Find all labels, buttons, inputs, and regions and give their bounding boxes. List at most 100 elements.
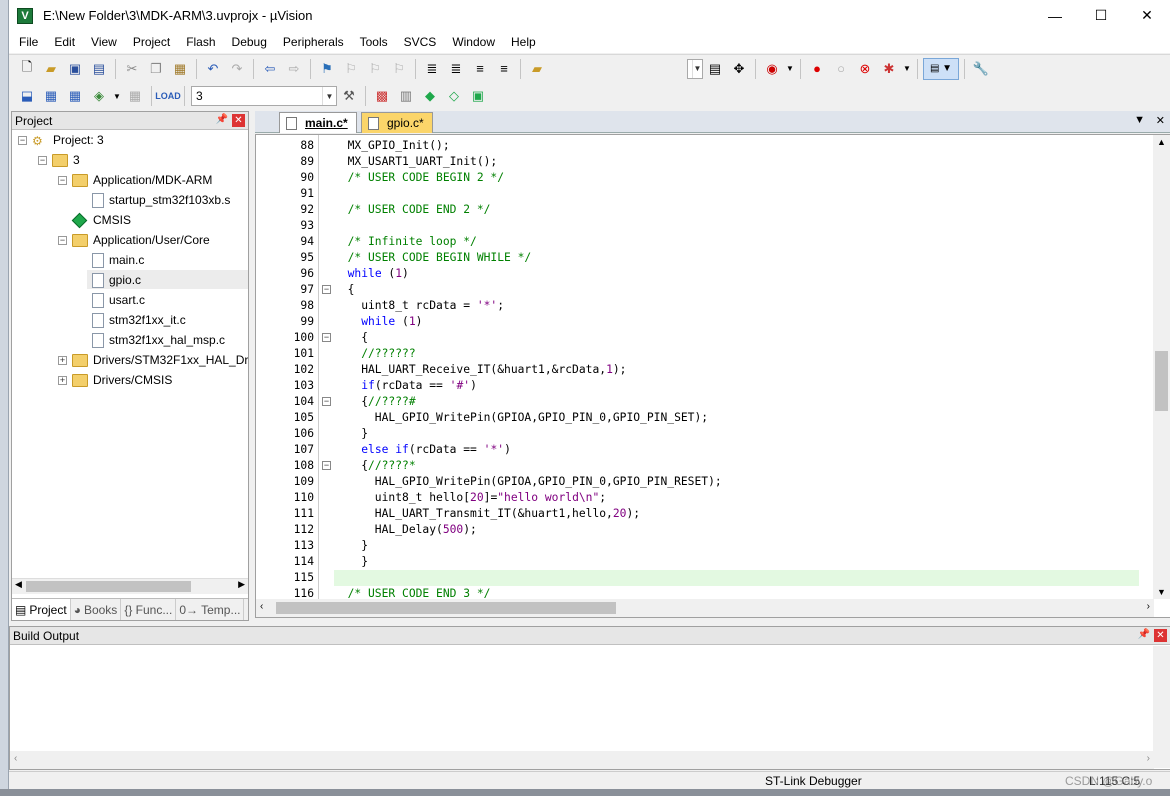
find-icon[interactable]: ▤ — [704, 58, 726, 80]
code-line[interactable]: while (1) — [334, 314, 422, 330]
select-packs-icon[interactable]: ◇ — [443, 85, 465, 107]
code-area[interactable]: MX_GPIO_Init(); MX_USART1_UART_Init(); /… — [334, 135, 1154, 599]
tab-project[interactable]: ▤ Project — [12, 599, 71, 620]
save-icon[interactable]: ▣ — [64, 58, 86, 80]
debug-dropdown-icon[interactable]: ▼ — [785, 58, 795, 80]
expand-icon[interactable]: + — [58, 355, 67, 365]
undo-icon[interactable]: ↶ — [202, 58, 224, 80]
debug-session-icon[interactable]: ◉ — [761, 58, 783, 80]
collapse-icon[interactable]: − — [58, 175, 67, 185]
tree-node[interactable]: usart.c — [78, 290, 145, 310]
manage-components-icon[interactable]: ▩ — [371, 85, 393, 107]
tree-node[interactable]: + Drivers/STM32F1xx_HAL_Driv — [58, 350, 248, 370]
editor-hscrollbar[interactable]: ‹ › — [256, 599, 1154, 617]
fold-collapse-icon[interactable]: − — [322, 333, 331, 342]
menu-debug[interactable]: Debug — [224, 31, 275, 53]
paste-icon[interactable]: ▦ — [169, 58, 191, 80]
copy-icon[interactable]: ❐ — [145, 58, 167, 80]
code-line[interactable]: while (1) — [334, 266, 409, 282]
download-icon[interactable]: LOAD — [155, 85, 181, 107]
expand-icon[interactable]: + — [58, 375, 67, 385]
comment-icon[interactable]: ≡ — [469, 58, 491, 80]
tab-gpio-c[interactable]: gpio.c* — [361, 112, 433, 133]
open-folder-icon[interactable]: ▰ — [40, 58, 62, 80]
tree-node[interactable]: startup_stm32f103xb.s — [78, 190, 230, 210]
fold-collapse-icon[interactable]: − — [322, 285, 331, 294]
redo-icon[interactable]: ↷ — [226, 58, 248, 80]
tree-hscrollbar[interactable]: ◀ ▶ — [12, 578, 248, 594]
menu-window[interactable]: Window — [444, 31, 503, 53]
pack-installer-icon[interactable]: ▣ — [467, 85, 489, 107]
code-line[interactable]: } — [334, 554, 368, 570]
code-line[interactable]: MX_GPIO_Init(); — [334, 138, 450, 154]
collapse-icon[interactable]: − — [58, 235, 67, 245]
maximize-button[interactable]: ☐ — [1078, 0, 1124, 31]
code-line[interactable]: HAL_GPIO_WritePin(GPIOA,GPIO_PIN_0,GPIO_… — [334, 474, 722, 490]
nav-back-icon[interactable]: ⇦ — [259, 58, 281, 80]
configure-icon[interactable]: 🔧 — [970, 58, 992, 80]
tab-templates[interactable]: 0→ Temp... — [176, 599, 245, 620]
code-line[interactable]: /* Infinite loop */ — [334, 234, 477, 250]
menu-help[interactable]: Help — [503, 31, 544, 53]
code-line[interactable]: /* USER CODE BEGIN WHILE */ — [334, 250, 532, 266]
code-line[interactable]: HAL_GPIO_WritePin(GPIOA,GPIO_PIN_0,GPIO_… — [334, 410, 708, 426]
kill-breakpoints-icon[interactable]: ⊗ — [854, 58, 876, 80]
clear-bookmarks-icon[interactable]: ⚐ — [388, 58, 410, 80]
editor-vscrollbar[interactable]: ▲ ▼ — [1153, 135, 1170, 599]
find-in-files-icon[interactable]: ▰ — [526, 58, 548, 80]
target-options-icon[interactable]: ⚒ — [338, 85, 360, 107]
code-line[interactable]: //?????? — [334, 346, 415, 362]
code-line[interactable]: /* USER CODE END 3 */ — [334, 586, 491, 599]
nav-forward-icon[interactable]: ⇨ — [283, 58, 305, 80]
unindent-icon[interactable]: ≣ — [445, 58, 467, 80]
save-all-icon[interactable]: ▤ — [88, 58, 110, 80]
rebuild-icon[interactable]: ▦ — [64, 85, 86, 107]
menu-file[interactable]: File — [11, 31, 46, 53]
next-bookmark-icon[interactable]: ⚐ — [364, 58, 386, 80]
tree-node[interactable]: CMSIS — [58, 210, 131, 230]
tree-node[interactable]: − Application/User/Core — [58, 230, 210, 250]
code-line[interactable]: HAL_UART_Transmit_IT(&huart1,hello,20); — [334, 506, 640, 522]
code-line[interactable]: {//????# — [334, 394, 415, 410]
build-hscrollbar[interactable]: ‹ › — [10, 751, 1154, 769]
batch-dropdown-icon[interactable]: ▼ — [112, 85, 122, 107]
code-line[interactable]: { — [334, 282, 355, 298]
code-line[interactable]: /* USER CODE BEGIN 2 */ — [334, 170, 504, 186]
breakpoints-dropdown-icon[interactable]: ▼ — [902, 58, 912, 80]
translate-icon[interactable]: ⬓ — [16, 85, 38, 107]
tab-functions[interactable]: {} Func... — [121, 599, 177, 620]
file-extensions-icon[interactable]: ▥ — [395, 85, 417, 107]
tab-list-dropdown-icon[interactable]: ▼ — [1134, 114, 1145, 126]
cut-icon[interactable]: ✂ — [121, 58, 143, 80]
target-select[interactable]: 3 ▼ — [191, 86, 337, 106]
minimize-button[interactable]: — — [1032, 0, 1078, 31]
tree-node[interactable]: + Drivers/CMSIS — [58, 370, 172, 390]
code-line[interactable]: HAL_UART_Receive_IT(&huart1,&rcData,1); — [334, 362, 626, 378]
incremental-find-icon[interactable]: ✥ — [728, 58, 750, 80]
find-combo[interactable]: ▼ — [687, 58, 703, 79]
tree-node[interactable]: −3 — [38, 150, 80, 170]
code-line[interactable]: } — [334, 538, 368, 554]
window-layout-icon[interactable]: ▤ ▼ — [923, 57, 959, 80]
tree-node[interactable]: stm32f1xx_hal_msp.c — [78, 330, 225, 350]
indent-icon[interactable]: ≣ — [421, 58, 443, 80]
rte-icon[interactable]: ◆ — [419, 85, 441, 107]
code-editor[interactable]: 88 89 90 91 92 93 94 95 96 97 98 99 100 101 102 103 104 1… — [255, 134, 1170, 618]
tab-main-c[interactable]: main.c* — [279, 112, 357, 133]
menu-view[interactable]: View — [83, 31, 125, 53]
build-icon[interactable]: ▦ — [40, 85, 62, 107]
pin-icon[interactable]: 📌 — [216, 114, 228, 125]
bookmark-icon[interactable]: ⚑ — [316, 58, 338, 80]
menu-peripherals[interactable]: Peripherals — [275, 31, 352, 53]
menu-tools[interactable]: Tools — [352, 31, 396, 53]
collapse-icon[interactable]: − — [18, 135, 27, 145]
code-line[interactable]: {//????* — [334, 458, 415, 474]
code-line[interactable]: /* USER CODE END 2 */ — [334, 202, 491, 218]
build-output-text[interactable] — [10, 646, 1154, 750]
panel-close-icon[interactable]: ✕ — [1154, 629, 1167, 642]
code-line[interactable]: if(rcData == '#') — [334, 378, 477, 394]
stop-build-icon[interactable]: ▦ — [124, 85, 146, 107]
code-line[interactable]: } — [334, 426, 368, 442]
new-file-icon[interactable]: 🗋 — [16, 58, 38, 80]
fold-collapse-icon[interactable]: − — [322, 397, 331, 406]
